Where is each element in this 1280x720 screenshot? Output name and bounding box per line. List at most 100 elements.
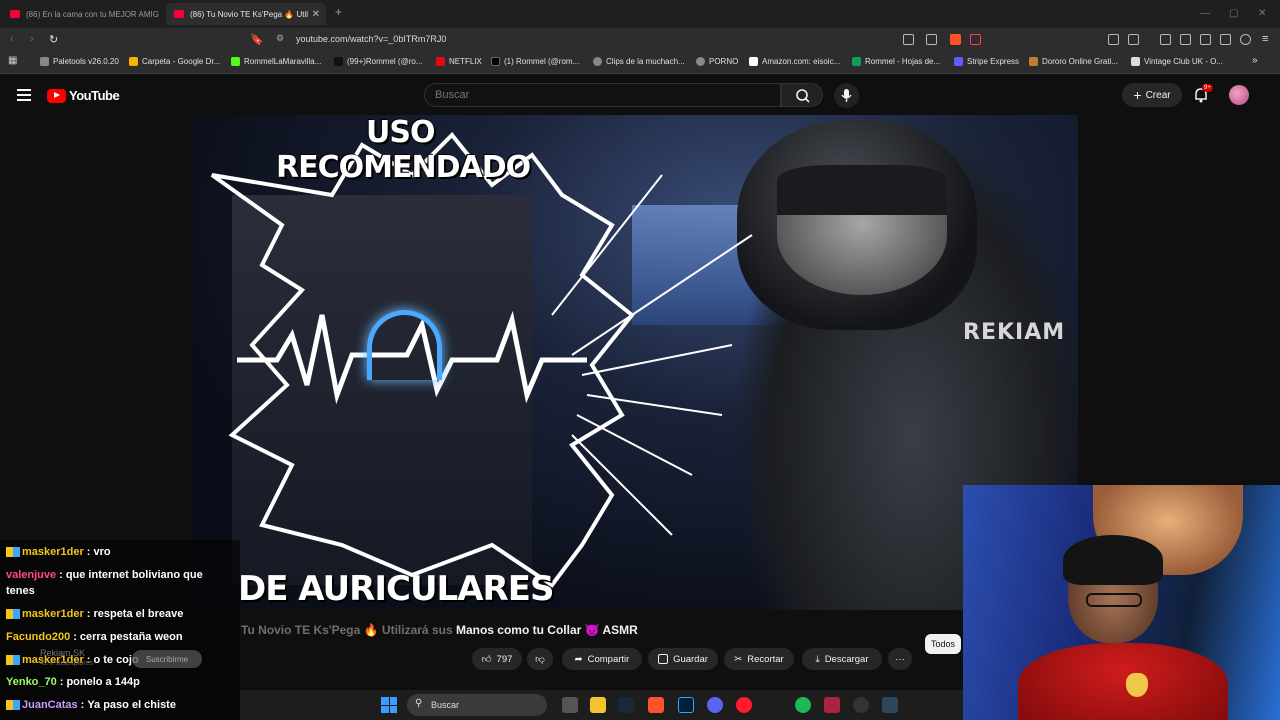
bookmark-item[interactable]: (99+)Rommel (@ro...: [334, 57, 422, 66]
sidebar-icon[interactable]: [1180, 34, 1191, 45]
bookmark-item[interactable]: RommelLaMaravilla...: [231, 57, 321, 66]
plus-icon: +: [1133, 87, 1142, 103]
youtube-wordmark: YouTube: [69, 88, 120, 103]
bookmark-item[interactable]: Carpeta - Google Dr...: [129, 57, 220, 66]
discord-icon[interactable]: [707, 697, 723, 713]
maximize-icon[interactable]: ▢: [1229, 8, 1238, 19]
youtube-logo[interactable]: YouTube: [47, 88, 120, 103]
bookmark-item[interactable]: Clips de la muchach...: [593, 57, 685, 66]
bookmark-item[interactable]: PORNO: [696, 57, 738, 66]
share-label: Compartir: [587, 653, 630, 665]
bookmark-label: Stripe Express: [967, 57, 1020, 66]
browser-tab[interactable]: (86) En la cama con tu MEJOR AMIG: [2, 3, 162, 25]
avatar[interactable]: [1229, 85, 1249, 105]
opera-icon[interactable]: [736, 697, 752, 713]
task-view-icon[interactable]: [562, 697, 578, 713]
app-icon[interactable]: [824, 697, 840, 713]
wallet-icon[interactable]: [1200, 34, 1211, 45]
media-icon[interactable]: [1160, 34, 1171, 45]
photoshop-icon[interactable]: [678, 697, 694, 713]
chat-badge-icon: [6, 547, 20, 558]
bookmark-item[interactable]: Vintage Club UK - O...: [1131, 57, 1223, 66]
close-tab-icon[interactable]: ✕: [312, 9, 320, 20]
menu-icon[interactable]: [17, 89, 31, 101]
new-tab-icon[interactable]: +: [335, 5, 342, 19]
apps-grid-icon[interactable]: ▦: [8, 55, 17, 66]
minimize-icon[interactable]: —: [1200, 8, 1210, 19]
filter-chip-all[interactable]: Todos: [925, 634, 962, 654]
download-icon: ⤓: [815, 653, 820, 665]
spotify-icon[interactable]: [795, 697, 811, 713]
reload-icon[interactable]: ↻: [49, 33, 58, 46]
tab-title: (86) Tu Novio TE Ks'Pega 🔥 Util: [190, 9, 309, 19]
cast-icon[interactable]: [903, 34, 914, 45]
search-input[interactable]: [435, 89, 755, 101]
save-button[interactable]: Guardar: [648, 648, 718, 670]
bookmark-item[interactable]: (1) Rommel (@rom...: [491, 57, 579, 66]
obs-icon[interactable]: [853, 697, 869, 713]
file-explorer-icon[interactable]: [590, 697, 606, 713]
bookmark-favicon-icon: [40, 57, 49, 66]
bookmark-label: PORNO: [709, 57, 739, 66]
search-box[interactable]: [424, 83, 781, 107]
youtube-favicon-icon: [10, 10, 20, 18]
x-icon: [491, 57, 500, 66]
video-title: Tu Novio TE Ks'Pega 🔥 Utilizará sus Mano…: [241, 623, 638, 637]
back-icon[interactable]: ‹: [10, 33, 14, 45]
brave-icon[interactable]: [648, 697, 664, 713]
sheets-icon: [852, 57, 861, 66]
download-button[interactable]: ⤓ Descargar: [802, 648, 882, 670]
browser-tab-active[interactable]: (86) Tu Novio TE Ks'Pega 🔥 Util ✕: [166, 3, 326, 25]
close-window-icon[interactable]: ✕: [1258, 8, 1266, 19]
subscribe-button[interactable]: Suscribirme: [132, 650, 202, 668]
share-button[interactable]: ➦ Compartir: [562, 648, 642, 670]
kick-icon: [231, 57, 240, 66]
steam-icon[interactable]: [618, 697, 634, 713]
amazon-icon: [749, 57, 758, 66]
bookmark-item[interactable]: Rommel - Hojas de...: [852, 57, 940, 66]
extension-icon[interactable]: [1128, 34, 1139, 45]
bookmark-label: (1) Rommel (@rom...: [504, 57, 580, 66]
clip-button[interactable]: ✂ Recortar: [724, 648, 794, 670]
forward-icon[interactable]: ›: [30, 33, 34, 45]
extensions-icon[interactable]: [1108, 34, 1119, 45]
brave-shield-icon[interactable]: [950, 34, 961, 45]
more-actions-button[interactable]: ···: [888, 648, 912, 670]
chat-separator: :: [80, 699, 85, 711]
url-field[interactable]: ⚙ youtube.com/watch?v=_0bITRm7RJ0: [268, 31, 988, 49]
chat-separator: :: [59, 569, 63, 581]
voice-search-button[interactable]: [834, 83, 859, 108]
bookmark-item[interactable]: NETFLIX: [436, 57, 482, 66]
url-text: youtube.com/watch?v=_0bITRm7RJ0: [296, 34, 447, 44]
like-button[interactable]: 👍︎ 797: [472, 648, 522, 670]
search-button[interactable]: [781, 83, 823, 107]
youtube-play-icon: [47, 88, 66, 103]
steam-icon[interactable]: [882, 697, 898, 713]
chat-message: valenjuve: que internet boliviano que: [6, 569, 203, 581]
search-icon: [796, 89, 810, 103]
channel-name[interactable]: Rekiam SK: [40, 648, 85, 658]
video-player[interactable]: USO RECOMENDADO REKIAM DE AURICULARES: [192, 115, 1078, 610]
taskbar-search[interactable]: ⚲ Buscar: [407, 694, 547, 716]
bookmark-item[interactable]: Dororo Online Grati...: [1029, 57, 1118, 66]
share-icon[interactable]: [926, 34, 937, 45]
chat-message: masker1der: respeta el breave: [6, 608, 183, 620]
vpn-icon[interactable]: [1240, 34, 1251, 45]
windows-start-icon[interactable]: [381, 697, 397, 713]
create-button[interactable]: + Crear: [1122, 83, 1182, 107]
bookmark-label: (99+)Rommel (@ro...: [347, 57, 423, 66]
site-info-icon[interactable]: ⚙: [276, 33, 284, 44]
dislike-button[interactable]: 👎︎: [527, 648, 553, 670]
bookmark-item[interactable]: Stripe Express: [954, 57, 1019, 66]
more-bookmarks-icon[interactable]: »: [1252, 55, 1258, 66]
ai-icon[interactable]: [1220, 34, 1231, 45]
share-arrow-icon: ➦: [574, 653, 583, 665]
bookmark-label: RommelLaMaravilla...: [244, 57, 322, 66]
browser-menu-icon[interactable]: ≡: [1262, 33, 1268, 45]
brave-rewards-icon[interactable]: [970, 34, 981, 45]
bookmark-icon[interactable]: 🔖: [250, 33, 264, 46]
chat-text: ponelo a 144p: [66, 676, 140, 688]
bookmark-item[interactable]: Amazon.com: eisoic...: [749, 57, 840, 66]
tiktok-icon: [334, 57, 343, 66]
bookmark-item[interactable]: Paletools v26.0.20: [40, 57, 119, 66]
